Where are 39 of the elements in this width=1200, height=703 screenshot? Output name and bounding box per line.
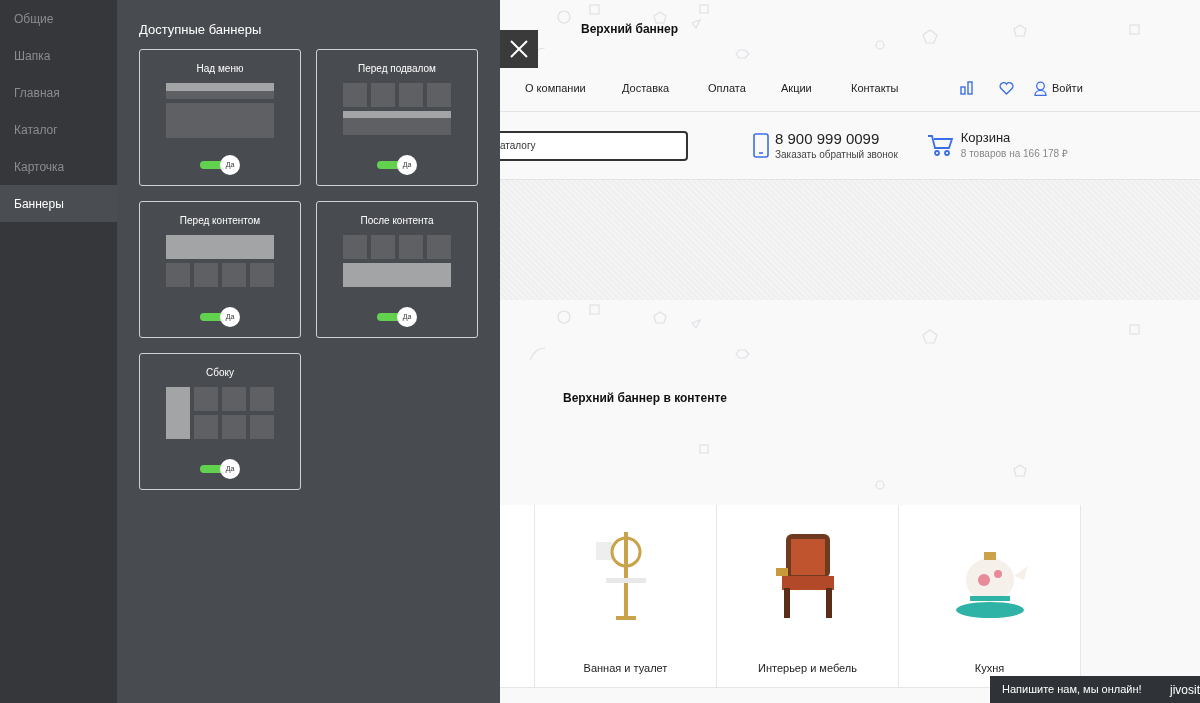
banner-title: Верхний баннер в контенте (563, 390, 727, 407)
cart-title: Корзина (960, 130, 1012, 146)
card-title: После контента (360, 214, 434, 227)
category-label: Интерьер и мебель (758, 661, 857, 676)
search-field[interactable]: аталогу (500, 130, 688, 161)
nav-link[interactable]: Акции (781, 79, 851, 97)
chat-widget[interactable]: Напишите нам, мы онлайн! jivosit (990, 676, 1200, 703)
sidebar-item[interactable]: Шапка (0, 37, 117, 74)
login-link[interactable]: Войти (1034, 79, 1083, 97)
close-button[interactable] (500, 30, 538, 68)
sidebar-item[interactable]: Баннеры (0, 185, 117, 222)
phone-icon (753, 133, 769, 158)
cart-icon[interactable] (926, 134, 953, 157)
user-icon (1034, 80, 1047, 96)
brand-logo: jivosit (1170, 681, 1200, 699)
sidebar-item[interactable]: Общие (0, 0, 117, 37)
sidebar-item[interactable]: Каталог (0, 111, 117, 148)
category-card[interactable]: Ванная и туалет (535, 505, 717, 688)
card-title: Над меню (196, 62, 244, 75)
card-title: Перед контентом (179, 214, 261, 227)
card-title: Перед подвалом (358, 62, 436, 75)
banner-title: Верхний баннер (581, 21, 679, 38)
sidebar-item[interactable]: Главная (0, 74, 117, 111)
heart-icon[interactable] (999, 81, 1014, 95)
category-card[interactable]: Интерьер и мебель (717, 505, 899, 688)
panel-title: Доступные баннеры (139, 21, 263, 38)
nav-link[interactable]: Доставка (622, 79, 708, 97)
card-title: Сбоку (206, 366, 234, 379)
nav-link[interactable]: Оплата (708, 79, 781, 97)
cart-summary: 8 товаров на 166 178 ₽ (960, 147, 1068, 161)
sidebar-item[interactable]: Карточка (0, 148, 117, 185)
callback-link[interactable]: Заказать обратный звонок (775, 146, 898, 162)
nav-link[interactable]: О компании (525, 79, 622, 97)
nav-link[interactable]: Контакты (851, 79, 960, 97)
phone-number: 8 900 999 0099 (775, 129, 881, 147)
category-label: Кухня (974, 661, 1005, 676)
close-icon (510, 40, 528, 58)
chart-icon[interactable] (960, 81, 973, 95)
category-label: Ванная и туалет (583, 661, 668, 676)
